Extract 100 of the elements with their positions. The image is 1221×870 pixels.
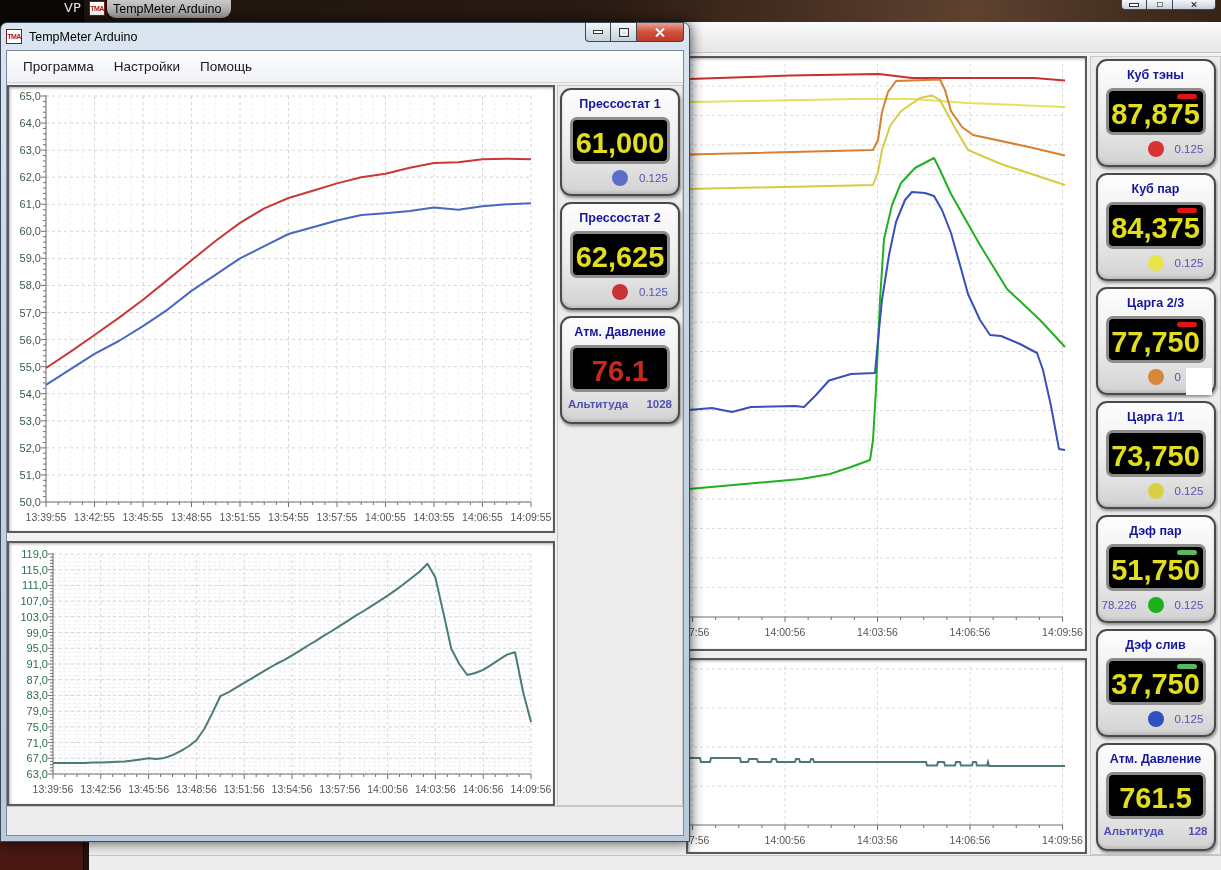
minimize-button[interactable] bbox=[1121, 0, 1147, 10]
y-tick-label: 83,0 bbox=[26, 689, 48, 702]
display-value: 87,875 bbox=[1111, 97, 1200, 131]
y-tick-label: 58,0 bbox=[19, 279, 41, 292]
y-tick-label: 87,0 bbox=[26, 673, 48, 686]
x-tick-label: 13:51:56 bbox=[223, 783, 265, 795]
x-tick-label: 13:48:55 bbox=[171, 511, 212, 523]
step-value: 0.125 bbox=[638, 171, 668, 185]
x-tick-label: 14:00:56 bbox=[764, 626, 806, 638]
display-value: 73,750 bbox=[1111, 439, 1200, 473]
display-value: 61,000 bbox=[575, 126, 665, 160]
y-tick-label: 119,0 bbox=[21, 548, 48, 560]
y-tick-label: 63,0 bbox=[19, 144, 41, 157]
y-tick-label: 53,0 bbox=[19, 414, 41, 427]
close-icon bbox=[1191, 2, 1197, 7]
maximize-button[interactable] bbox=[611, 23, 637, 42]
step-value: 0 bbox=[1173, 370, 1181, 384]
step-value: 0.125 bbox=[638, 285, 668, 299]
x-tick-label: 7:56 bbox=[689, 834, 710, 846]
y-tick-label: 57,0 bbox=[19, 306, 41, 319]
y-tick-label: 56,0 bbox=[19, 333, 41, 346]
x-tick-label: 13:57:55 bbox=[316, 511, 358, 523]
gauge-title: Дэф слив bbox=[1125, 637, 1186, 653]
x-tick-label: 14:03:55 bbox=[413, 511, 455, 523]
display-value: 77,750 bbox=[1111, 325, 1200, 359]
y-tick-label: 79,0 bbox=[26, 705, 48, 718]
y-tick-label: 63,0 bbox=[26, 768, 48, 780]
x-tick-label: 14:09:56 bbox=[510, 783, 552, 795]
altitude-value: 1028 bbox=[646, 397, 672, 411]
gauge-title: Куб пар bbox=[1131, 181, 1180, 197]
step-value: 0.125 bbox=[1173, 484, 1204, 498]
step-value: 0.125 bbox=[1173, 256, 1204, 270]
display-value: 84,375 bbox=[1111, 211, 1200, 245]
x-tick-label: 13:54:55 bbox=[268, 511, 309, 523]
x-tick-label: 14:06:56 bbox=[462, 783, 504, 795]
y-tick-label: 65,0 bbox=[19, 90, 41, 102]
display-value: 761.5 bbox=[1119, 781, 1192, 815]
y-tick-label: 71,0 bbox=[26, 736, 48, 749]
y-tick-label: 99,0 bbox=[26, 626, 48, 639]
x-tick-label: 13:51:55 bbox=[219, 511, 261, 523]
y-tick-label: 55,0 bbox=[19, 360, 41, 373]
maximize-icon bbox=[1156, 2, 1163, 7]
gauge-title: Куб тэны bbox=[1127, 67, 1184, 83]
gauge-title: Атм. Давление bbox=[574, 324, 666, 340]
y-tick-label: 95,0 bbox=[26, 642, 48, 655]
close-icon bbox=[655, 27, 665, 37]
display-value: 62,625 bbox=[575, 240, 665, 274]
step-value: 0.125 bbox=[1173, 712, 1204, 726]
x-tick-label: 14:06:55 bbox=[462, 511, 503, 523]
gauge-title: Прессостат 2 bbox=[579, 210, 661, 226]
display-value: 37,750 bbox=[1111, 667, 1200, 701]
gauge-title: Царга 2/3 bbox=[1126, 295, 1185, 311]
maximize-button[interactable] bbox=[1147, 0, 1173, 10]
x-tick-label: 14:00:56 bbox=[367, 783, 409, 795]
close-button[interactable] bbox=[637, 23, 684, 42]
step-value: 0.125 bbox=[1173, 598, 1204, 612]
y-tick-label: 61,0 bbox=[19, 198, 41, 211]
y-tick-label: 52,0 bbox=[19, 441, 41, 454]
x-tick-label: 13:39:55 bbox=[25, 511, 67, 523]
maximize-icon bbox=[618, 27, 629, 37]
x-tick-label: 13:39:56 bbox=[32, 783, 74, 795]
x-tick-label: 13:42:56 bbox=[80, 783, 122, 795]
y-tick-label: 91,0 bbox=[26, 658, 48, 670]
y-tick-label: 62,0 bbox=[19, 171, 41, 184]
x-tick-label: 14:09:56 bbox=[1042, 626, 1083, 638]
menu-item[interactable]: Программа bbox=[13, 57, 104, 76]
x-tick-label: 14:09:55 bbox=[510, 511, 552, 523]
y-tick-label: 64,0 bbox=[19, 117, 41, 130]
x-tick-label: 14:03:56 bbox=[857, 626, 898, 638]
display-value: 51,750 bbox=[1111, 553, 1200, 587]
y-tick-label: 59,0 bbox=[19, 252, 41, 265]
menu-item[interactable]: Настройки bbox=[103, 57, 190, 76]
y-tick-label: 51,0 bbox=[19, 468, 41, 481]
x-tick-label: 13:45:56 bbox=[128, 783, 170, 795]
y-tick-label: 50,0 bbox=[19, 496, 41, 508]
close-button[interactable] bbox=[1173, 0, 1216, 10]
step-value: 0.125 bbox=[1173, 142, 1204, 156]
menu-item[interactable]: Помощь bbox=[189, 57, 263, 76]
desktop-label: VP bbox=[64, 0, 81, 16]
y-tick-label: 75,0 bbox=[26, 720, 48, 733]
y-tick-label: 67,0 bbox=[26, 752, 48, 765]
x-tick-label: 14:09:56 bbox=[1042, 834, 1083, 846]
y-tick-label: 111,0 bbox=[22, 579, 48, 592]
gauge-title: Царга 1/1 bbox=[1126, 409, 1185, 425]
altitude-label: Альтитуда bbox=[1103, 824, 1164, 838]
x-tick-label: 13:45:55 bbox=[122, 511, 164, 523]
minimize-icon bbox=[1129, 2, 1139, 7]
y-tick-label: 54,0 bbox=[19, 387, 41, 400]
x-tick-label: 14:06:56 bbox=[949, 626, 991, 638]
minimize-icon bbox=[593, 30, 603, 34]
x-tick-label: 14:03:56 bbox=[857, 834, 898, 846]
y-tick-label: 60,0 bbox=[19, 225, 41, 238]
x-tick-label: 13:42:55 bbox=[74, 511, 115, 523]
x-tick-label: 7:56 bbox=[689, 626, 710, 638]
x-tick-label: 13:54:56 bbox=[271, 783, 313, 795]
display-value: 76.1 bbox=[591, 354, 649, 388]
gauge-title: Атм. Давление bbox=[1109, 751, 1202, 767]
minimize-button[interactable] bbox=[585, 23, 611, 42]
gauge-title: Дэф пар bbox=[1129, 523, 1182, 539]
gauge-reading: 78.226 bbox=[1101, 598, 1137, 612]
